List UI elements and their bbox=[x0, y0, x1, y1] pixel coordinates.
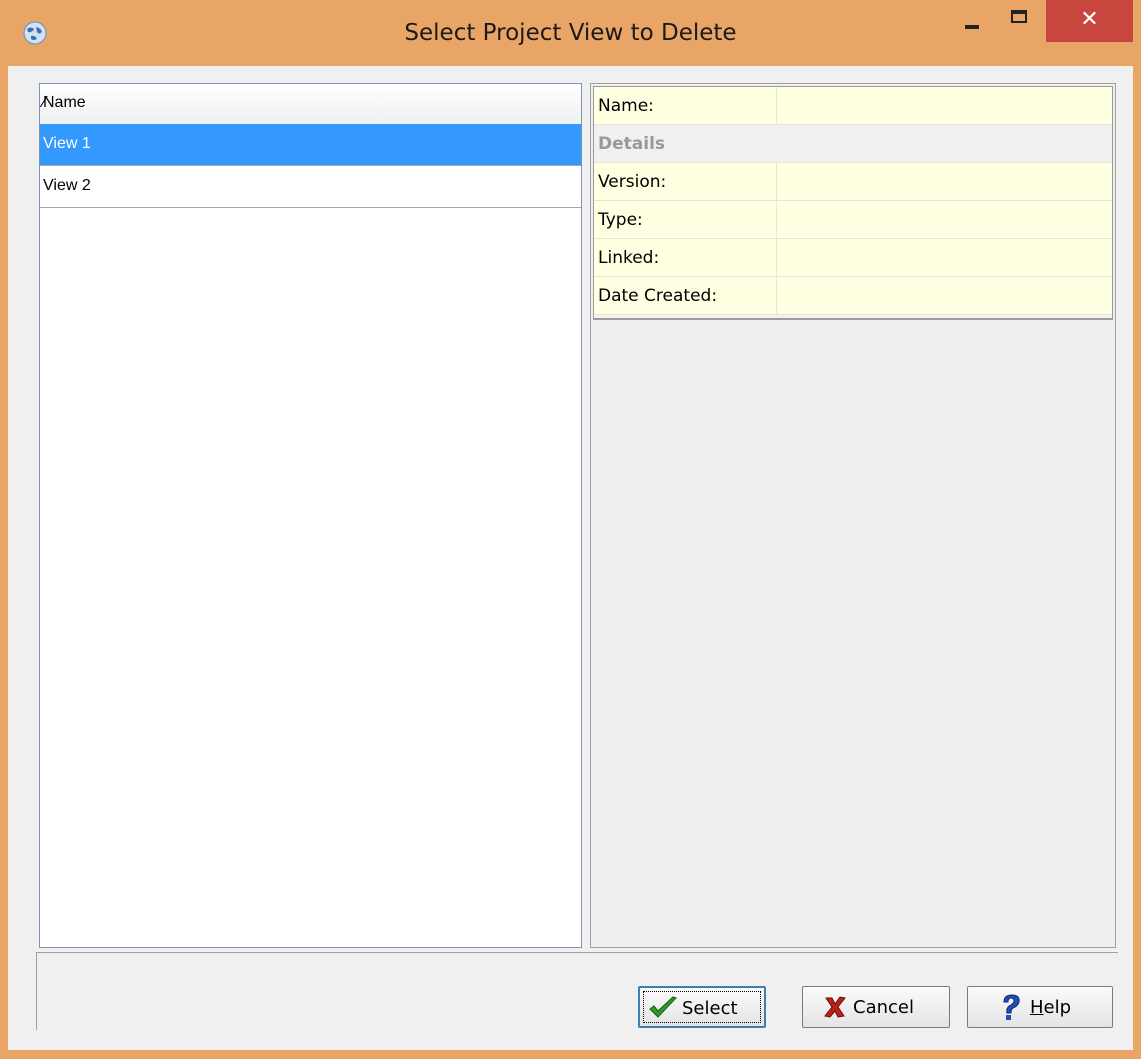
help-accelerator: H bbox=[1030, 997, 1044, 1018]
checkmark-icon bbox=[649, 996, 677, 1018]
maximize-button[interactable] bbox=[998, 0, 1042, 42]
list-item[interactable]: View 1 bbox=[40, 124, 581, 166]
close-icon: ✕ bbox=[1080, 7, 1099, 32]
property-category-details[interactable]: Details bbox=[594, 125, 1112, 163]
property-value[interactable] bbox=[777, 239, 1112, 276]
select-button[interactable]: Select bbox=[638, 986, 766, 1028]
property-label: Date Created: bbox=[594, 277, 777, 314]
cancel-button[interactable]: Cancel bbox=[802, 986, 950, 1028]
property-label: Linked: bbox=[594, 239, 777, 276]
maximize-icon bbox=[1011, 10, 1027, 23]
property-value[interactable] bbox=[777, 277, 1112, 314]
column-header-name[interactable]: Name ∕ bbox=[40, 84, 581, 125]
property-row-version[interactable]: Version: bbox=[594, 163, 1112, 201]
property-grid[interactable]: Name: Details Version: Type: Linked: Dat… bbox=[593, 86, 1113, 320]
property-label: Version: bbox=[594, 163, 777, 200]
property-value[interactable] bbox=[777, 163, 1112, 200]
list-item-label: View 1 bbox=[43, 135, 91, 152]
property-row-name[interactable]: Name: bbox=[594, 87, 1112, 125]
column-header-label: Name bbox=[43, 94, 86, 111]
x-icon bbox=[824, 996, 846, 1018]
list-item-label: View 2 bbox=[43, 177, 91, 194]
close-button[interactable]: ✕ bbox=[1046, 0, 1133, 42]
sort-ascending-icon: ∕ bbox=[43, 94, 46, 111]
select-button-label: Select bbox=[682, 998, 738, 1019]
question-icon bbox=[1003, 994, 1020, 1020]
button-bar: Select Cancel Help bbox=[36, 952, 1118, 1030]
views-list[interactable]: Name ∕ View 1 View 2 bbox=[39, 83, 582, 948]
property-value[interactable] bbox=[777, 201, 1112, 238]
help-label-rest: elp bbox=[1043, 997, 1072, 1018]
title-bar[interactable]: Select Project View to Delete ✕ bbox=[0, 0, 1141, 66]
minimize-icon bbox=[965, 25, 979, 29]
properties-panel: Name: Details Version: Type: Linked: Dat… bbox=[590, 83, 1116, 948]
property-row-type[interactable]: Type: bbox=[594, 201, 1112, 239]
help-button-label: Help bbox=[1030, 997, 1071, 1018]
property-value[interactable] bbox=[777, 87, 1112, 124]
list-item[interactable]: View 2 bbox=[40, 166, 581, 208]
minimize-button[interactable] bbox=[950, 0, 994, 42]
cancel-button-label: Cancel bbox=[853, 997, 914, 1018]
help-button[interactable]: Help bbox=[967, 986, 1113, 1028]
property-label: Name: bbox=[594, 87, 777, 124]
property-row-date-created[interactable]: Date Created: bbox=[594, 277, 1112, 315]
property-row-linked[interactable]: Linked: bbox=[594, 239, 1112, 277]
dialog-window: Select Project View to Delete ✕ Name ∕ V… bbox=[0, 0, 1141, 1059]
dialog-body: Name ∕ View 1 View 2 Name: Details Versi… bbox=[8, 66, 1133, 1050]
category-label: Details bbox=[594, 125, 1112, 162]
property-label: Type: bbox=[594, 201, 777, 238]
